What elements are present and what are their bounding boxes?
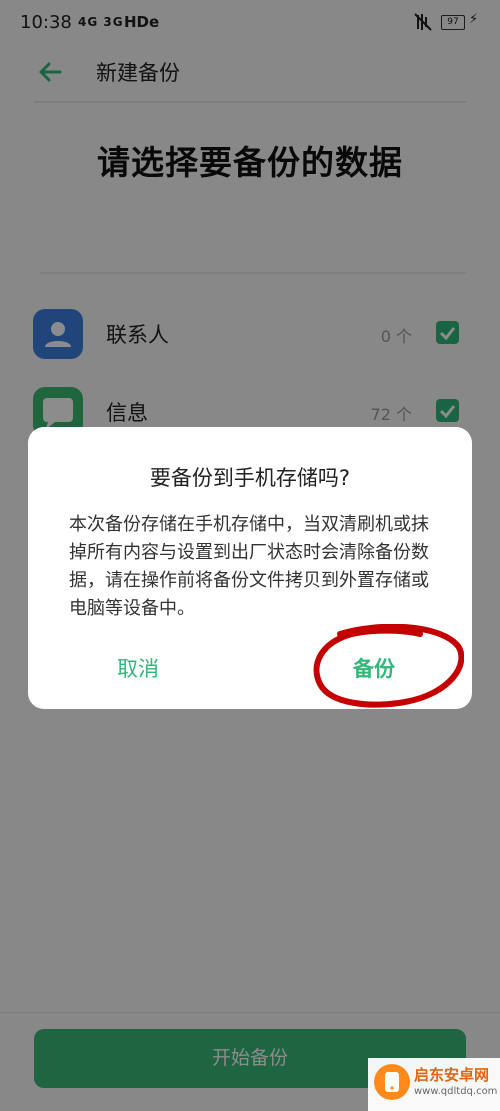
backup-confirm-dialog: 要备份到手机存储吗? 本次备份存储在手机存储中，当双清刷机或抹掉所有内容与设置到… — [28, 427, 472, 709]
cancel-button[interactable]: 取消 — [88, 653, 188, 683]
watermark: 启东安卓网 www.qdltdq.com — [368, 1058, 500, 1111]
watermark-url: www.qdltdq.com — [414, 1086, 498, 1097]
highlight-circle — [313, 624, 464, 708]
watermark-logo-icon — [374, 1064, 410, 1100]
backup-screen: 10:38 4G 3G HDe 97 ⚡ 新建备份 请选择要备份的数据 联系人 … — [0, 0, 500, 1111]
dialog-message: 本次备份存储在手机存储中，当双清刷机或抹掉所有内容与设置到出厂状态时会清除备份数… — [69, 514, 429, 619]
dialog-title: 要备份到手机存储吗? — [149, 466, 351, 490]
watermark-name: 启东安卓网 — [414, 1066, 490, 1084]
